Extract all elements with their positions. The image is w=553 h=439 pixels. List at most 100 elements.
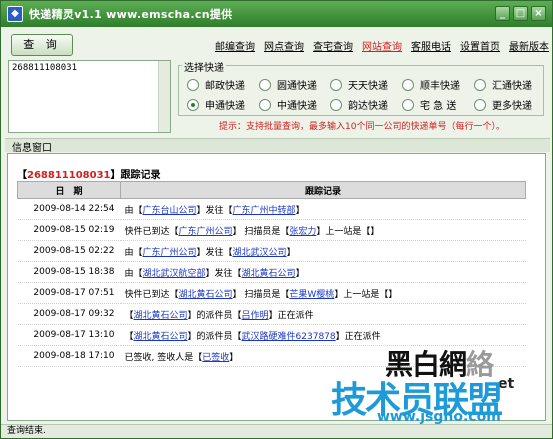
- top-link[interactable]: 最新版本: [509, 38, 549, 53]
- row-date: 2009-08-17 13:10: [17, 324, 121, 346]
- express-radio-label: 汇通快递: [492, 81, 532, 92]
- record-text: 】: [295, 205, 305, 216]
- row-date: 2009-08-18 17:10: [17, 345, 121, 367]
- radio-circle-icon: [402, 78, 414, 91]
- top-link[interactable]: 设置首页: [460, 38, 500, 53]
- minimize-icon[interactable]: _: [495, 6, 510, 21]
- top-link[interactable]: 查宅查询: [313, 38, 353, 53]
- row-record: 由【广东台山公司】发往【广东广州中转部】: [120, 198, 526, 220]
- input-scrollbar[interactable]: [158, 61, 170, 132]
- radio-circle-icon: [259, 98, 271, 111]
- record-link[interactable]: 广东广州公司: [143, 248, 197, 258]
- express-radio[interactable]: 韵达快递: [330, 97, 388, 112]
- tracking-table: 日 期 跟踪记录 2009-08-14 22:54 由【广东台山公司】发往【广东广…: [17, 181, 526, 367]
- record-link[interactable]: 武汉路硬难件6237878: [242, 332, 336, 342]
- express-legend: 选择快递: [182, 59, 226, 74]
- express-radio[interactable]: 天天快递: [330, 77, 388, 92]
- express-radio-label: 申通快递: [205, 101, 245, 112]
- express-radio-label: 更多快递: [492, 101, 532, 112]
- info-tabbar: [5, 138, 550, 152]
- record-text: 】发往【: [196, 247, 233, 258]
- record-text: 】: [286, 247, 296, 258]
- app-window: ◆ 快递精灵v1.1 www.emscha.cn提供 _ □ × 查 询 邮编查…: [0, 0, 553, 439]
- table-row: 2009-08-14 22:54 由【广东台山公司】发往【广东广州中转部】: [17, 198, 526, 220]
- record-link[interactable]: 湖北黄石公司: [134, 332, 188, 342]
- row-date: 2009-08-14 22:54: [17, 198, 121, 220]
- record-link[interactable]: 湖北武汉航空部: [143, 269, 206, 279]
- hint-text: 提示：支持批量查询，最多输入10个同一公司的快递单号（每行一个）。: [219, 122, 505, 132]
- express-radio[interactable]: 更多快递: [474, 97, 532, 112]
- express-radio-label: 圆通快递: [277, 81, 317, 92]
- title-bar[interactable]: ◆ 快递精灵v1.1 www.emscha.cn提供 _ □ ×: [1, 1, 552, 27]
- record-text: 已签收, 签收人是【: [124, 352, 203, 363]
- record-link[interactable]: 芒果W樱桃: [289, 290, 334, 300]
- record-link[interactable]: 广东台山公司: [143, 206, 197, 216]
- express-radio[interactable]: 申通快递: [187, 97, 245, 112]
- tracking-number-input[interactable]: 268811108031: [8, 60, 171, 133]
- record-number: 268811108031: [27, 170, 111, 181]
- info-tab-label[interactable]: 信息窗口: [12, 139, 52, 154]
- top-links: 邮编查询 网点查询 查宅查询 网站查询 客服电话 设置首页 最新版本: [215, 38, 549, 53]
- record-text: 由【: [124, 205, 143, 216]
- record-link[interactable]: 已签收: [202, 353, 229, 363]
- watermark-url: www.jsgho.com: [377, 409, 501, 425]
- top-link[interactable]: 客服电话: [411, 38, 451, 53]
- row-date: 2009-08-17 07:51: [17, 282, 121, 304]
- row-record: 快件已到达【广东广州公司】 扫描员是【张宏力】上一站是【】: [120, 219, 526, 241]
- record-link[interactable]: 湖北武汉公司: [233, 248, 287, 258]
- record-text: 快件已到达【: [124, 226, 179, 237]
- express-radio[interactable]: 中通快递: [259, 97, 317, 112]
- record-link[interactable]: 广东广州公司: [179, 227, 233, 237]
- row-date: 2009-08-17 09:32: [17, 303, 121, 325]
- record-link[interactable]: 湖北黄石公司: [179, 290, 233, 300]
- express-radio-label: 顺丰快递: [420, 81, 460, 92]
- radio-circle-icon: [259, 78, 271, 91]
- record-link[interactable]: 吕作明: [242, 311, 269, 321]
- record-text: 】发往【: [196, 205, 233, 216]
- date-header: 日 期: [17, 181, 121, 199]
- app-icon: ◆: [7, 6, 23, 22]
- record-text: 】: [229, 352, 239, 363]
- record-text: 】发往【: [205, 268, 242, 279]
- row-record: 快件已到达【湖北黄石公司】 扫描员是【芒果W樱桃】上一站是【】: [120, 282, 526, 304]
- record-header: 跟踪记录: [120, 181, 526, 199]
- top-link[interactable]: 邮编查询: [215, 38, 255, 53]
- row-record: 由【湖北武汉航空部】发往【湖北黄石公司】: [120, 261, 526, 283]
- status-bar: 查询结束.: [1, 424, 552, 438]
- record-link[interactable]: 张宏力: [289, 227, 316, 237]
- maximize-icon[interactable]: □: [513, 6, 528, 21]
- tracking-number-value: 268811108031: [12, 63, 78, 73]
- query-button[interactable]: 查 询: [11, 34, 73, 56]
- radio-circle-icon: [330, 78, 342, 91]
- record-link[interactable]: 湖北黄石公司: [242, 269, 296, 279]
- record-text: 【: [124, 310, 134, 321]
- express-radio-label: 韵达快递: [348, 101, 388, 112]
- express-radio[interactable]: 汇通快递: [474, 77, 532, 92]
- record-link[interactable]: 湖北黄石公司: [134, 311, 188, 321]
- close-icon[interactable]: ×: [531, 6, 546, 21]
- express-radio[interactable]: 圆通快递: [259, 77, 317, 92]
- express-radio-label: 天天快递: [348, 81, 388, 92]
- record-link[interactable]: 广东广州中转部: [233, 206, 296, 216]
- express-radio[interactable]: 宅 急 送: [402, 97, 456, 112]
- radio-circle-icon: [330, 98, 342, 111]
- express-radio[interactable]: 顺丰快递: [402, 77, 460, 92]
- express-radio-label: 邮政快递: [205, 81, 245, 92]
- record-text: 由【: [124, 268, 143, 279]
- express-radio-label: 中通快递: [277, 101, 317, 112]
- radio-circle-icon: [187, 78, 199, 91]
- record-text: 】正在派件: [268, 310, 314, 321]
- express-radio[interactable]: 邮政快递: [187, 77, 245, 92]
- table-row: 2009-08-15 18:38 由【湖北武汉航空部】发往【湖北黄石公司】: [17, 261, 526, 283]
- row-record: 【湖北黄石公司】的派件员【吕作明】正在派件: [120, 303, 526, 325]
- top-link[interactable]: 网站查询: [362, 38, 402, 53]
- table-row: 2009-08-15 02:22 由【广东广州公司】发往【湖北武汉公司】: [17, 240, 526, 262]
- radio-circle-icon: [474, 98, 486, 111]
- top-link[interactable]: 网点查询: [264, 38, 304, 53]
- record-text: 由【: [124, 247, 143, 258]
- record-text: 】的派件员【: [187, 310, 242, 321]
- record-text: 】: [295, 268, 305, 279]
- record-text: 【: [124, 331, 134, 342]
- record-text: 】上一站是【】: [316, 226, 380, 237]
- record-text: 】 扫描员是【: [232, 226, 290, 237]
